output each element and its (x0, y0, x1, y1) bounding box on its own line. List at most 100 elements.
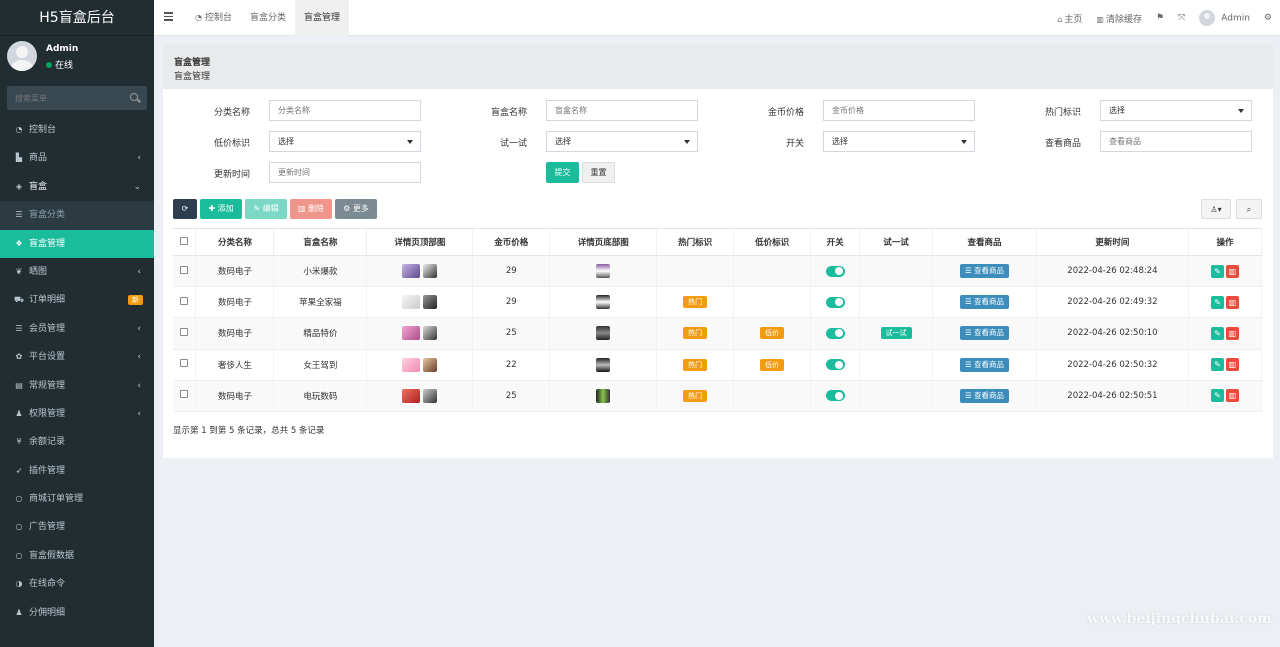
settings-icon[interactable]: ⚙ (1264, 13, 1272, 23)
product-thumbnail[interactable] (596, 357, 611, 372)
sidebar-item-ads[interactable]: ○ 广告管理 (0, 513, 154, 541)
name-input[interactable] (546, 100, 698, 121)
product-thumbnail[interactable] (596, 326, 611, 341)
product-thumbnail[interactable] (423, 264, 438, 279)
product-thumbnail[interactable] (402, 326, 421, 341)
column-header[interactable]: 金币价格 (472, 228, 551, 256)
column-header[interactable]: 详情页顶部图 (366, 228, 474, 256)
product-thumbnail[interactable] (402, 295, 421, 310)
status-toggle[interactable] (825, 359, 845, 371)
column-header[interactable]: 盲盒名称 (273, 228, 368, 256)
product-thumbnail[interactable] (596, 388, 611, 403)
delete-button[interactable]: ▥ 删除 (290, 199, 332, 219)
refresh-button[interactable]: ⟳ (173, 199, 197, 219)
language-icon[interactable]: ⚑ (1156, 13, 1164, 23)
row-delete-icon[interactable]: ▥ (1225, 295, 1239, 309)
reset-button[interactable]: 重置 (582, 162, 615, 183)
row-checkbox[interactable] (180, 296, 189, 305)
view-goods-button[interactable]: ☰ 查看商品 (959, 357, 1010, 372)
row-checkbox[interactable] (180, 265, 189, 274)
sidebar-item-dashboard[interactable]: ◔ 控制台 (0, 116, 154, 144)
add-button[interactable]: ✚ 添加 (200, 199, 242, 219)
goods-input[interactable] (1100, 131, 1252, 152)
row-edit-icon[interactable]: ✎ (1210, 326, 1224, 340)
sidebar-item-members[interactable]: ☰ 会员管理 ‹ (0, 315, 154, 343)
product-thumbnail[interactable] (402, 357, 421, 372)
tab-blindbox-manage[interactable]: 盲盒管理 (295, 0, 350, 36)
column-header[interactable]: 更新时间 (1036, 228, 1189, 256)
time-input[interactable] (269, 162, 421, 183)
row-checkbox[interactable] (180, 327, 189, 336)
row-delete-icon[interactable]: ▥ (1225, 264, 1239, 278)
product-thumbnail[interactable] (402, 388, 421, 403)
sidebar-item-platform-settings[interactable]: ✿ 平台设置 ‹ (0, 343, 154, 371)
low-select[interactable]: 选择 (269, 131, 421, 152)
row-checkbox[interactable] (180, 359, 189, 368)
sidebar-item-plugins[interactable]: ➶ 插件管理 (0, 457, 154, 485)
select-all-checkbox[interactable] (180, 236, 189, 245)
submit-button[interactable]: 提交 (546, 162, 579, 183)
admin-menu[interactable]: Admin (1199, 10, 1250, 26)
sidebar-item-goods[interactable]: ▙ 商品 ‹ (0, 144, 154, 172)
try-select[interactable]: 选择 (546, 131, 698, 152)
sidebar-item-permissions[interactable]: ♟ 权限管理 ‹ (0, 400, 154, 428)
column-header[interactable]: 试一试 (859, 228, 934, 256)
view-goods-button[interactable]: ☰ 查看商品 (959, 264, 1010, 279)
product-thumbnail[interactable] (423, 295, 438, 310)
sidebar-item-showcase[interactable]: ❦ 晒图 ‹ (0, 258, 154, 286)
status-toggle[interactable] (825, 265, 845, 277)
sidebar-item-blindbox-category[interactable]: ☰ 盲盒分类 (0, 201, 154, 230)
tab-dashboard[interactable]: ◔ 控制台 (186, 0, 241, 36)
row-checkbox[interactable] (180, 390, 189, 399)
row-edit-icon[interactable]: ✎ (1210, 358, 1224, 372)
status-toggle[interactable] (825, 390, 845, 402)
edit-button[interactable]: ✎ 编辑 (245, 199, 287, 219)
product-thumbnail[interactable] (423, 388, 438, 403)
home-link[interactable]: ⌂ 主页 (1057, 12, 1082, 25)
menu-search-input[interactable] (7, 86, 117, 110)
product-thumbnail[interactable] (402, 264, 421, 279)
row-edit-icon[interactable]: ✎ (1210, 264, 1224, 278)
sidebar-item-balance[interactable]: ¥ 余额记录 (0, 428, 154, 456)
column-header[interactable]: 低价标识 (733, 228, 812, 256)
column-header[interactable]: 分类名称 (195, 228, 275, 256)
sidebar-item-orders[interactable]: ⛟ 订单明细 新 (0, 286, 154, 314)
search-toggle-button[interactable]: ⌕ (1236, 199, 1262, 219)
row-edit-icon[interactable]: ✎ (1210, 295, 1224, 309)
column-header[interactable]: 热门标识 (656, 228, 735, 256)
switch-select[interactable]: 选择 (823, 131, 975, 152)
columns-toggle-button[interactable]: ♙▾ (1201, 199, 1231, 219)
sidebar-item-mall-orders[interactable]: ○ 商城订单管理 (0, 485, 154, 513)
fullscreen-icon[interactable]: ⤧ (1178, 13, 1185, 23)
product-thumbnail[interactable] (423, 357, 438, 372)
sidebar-item-blindbox[interactable]: ◈ 盲盒 ⌄ (0, 173, 154, 201)
view-goods-button[interactable]: ☰ 查看商品 (959, 388, 1010, 403)
sidebar-item-general[interactable]: ▤ 常规管理 ‹ (0, 372, 154, 400)
status-toggle[interactable] (825, 327, 845, 339)
clear-cache-button[interactable]: ▥ 清除缓存 (1096, 12, 1142, 25)
row-delete-icon[interactable]: ▥ (1225, 358, 1239, 372)
column-header[interactable]: 查看商品 (932, 228, 1037, 256)
menu-toggle-icon[interactable] (164, 12, 173, 21)
sidebar-item-blindbox-manage[interactable]: ❖ 盲盒管理 (0, 229, 154, 258)
view-goods-button[interactable]: ☰ 查看商品 (959, 326, 1010, 341)
row-delete-icon[interactable]: ▥ (1225, 326, 1239, 340)
product-thumbnail[interactable] (423, 326, 438, 341)
search-icon[interactable] (130, 93, 138, 101)
price-input[interactable] (823, 100, 975, 121)
row-edit-icon[interactable]: ✎ (1210, 389, 1224, 403)
row-delete-icon[interactable]: ▥ (1225, 389, 1239, 403)
column-header[interactable]: 详情页底部图 (549, 228, 658, 256)
brand-logo[interactable]: H5盲盒后台 (0, 0, 154, 36)
category-input[interactable] (269, 100, 421, 121)
product-thumbnail[interactable] (596, 295, 611, 310)
hot-select[interactable]: 选择 (1100, 100, 1252, 121)
product-thumbnail[interactable] (596, 264, 611, 279)
view-goods-button[interactable]: ☰ 查看商品 (959, 295, 1010, 310)
sidebar-item-fake-data[interactable]: ○ 盲盒假数据 (0, 542, 154, 570)
sidebar-item-commission[interactable]: ♟ 分佣明细 (0, 599, 154, 627)
sidebar-item-online-command[interactable]: ◑ 在线命令 (0, 570, 154, 598)
tab-blindbox-category[interactable]: 盲盒分类 (241, 0, 295, 36)
more-button[interactable]: ⚙ 更多 (335, 199, 377, 219)
status-toggle[interactable] (825, 296, 845, 308)
